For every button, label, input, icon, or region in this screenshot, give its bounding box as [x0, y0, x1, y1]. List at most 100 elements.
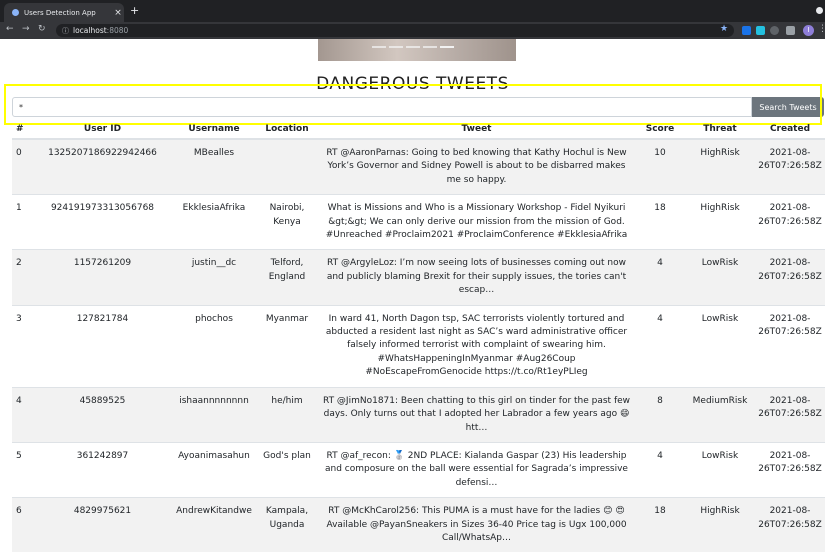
tweets-table: # User ID Username Location Tweet Score …	[12, 121, 825, 552]
threat-cell: HighRisk	[685, 194, 755, 250]
row-index: 5	[12, 441, 33, 498]
back-icon[interactable]: ←	[6, 24, 14, 34]
browser-tab-bar: Users Detection App × +	[0, 0, 825, 22]
extension-icon[interactable]	[742, 26, 751, 35]
kebab-menu-icon[interactable]: ⋮	[818, 24, 825, 34]
user-id-cell: 1325207186922942466	[33, 138, 172, 195]
username-cell: MBealles	[172, 138, 256, 195]
row-index: 2	[12, 249, 33, 306]
table-row: 2 1157261209 justin__dc Telford, England RT …	[12, 249, 825, 306]
tweet-cell: RT @AaronParnas: Going to bed knowing th…	[318, 138, 635, 195]
location-cell: Myanmar	[256, 304, 318, 388]
tweet-cell: RT @ArgyleLoz: I’m now seeing lots of bu…	[318, 249, 635, 306]
browser-toolbar: ← → ↻ ⓘ localhost:8080 ★ I ⋮	[0, 22, 825, 39]
column-header: Username	[172, 121, 256, 140]
search-input[interactable]	[12, 97, 752, 117]
tweet-cell: RT @JimNo1871: Been chatting to this gir…	[318, 386, 635, 443]
carousel-indicator[interactable]	[406, 46, 420, 48]
tweet-cell: RT @McKhCarol256: This PUMA is a must ha…	[318, 497, 635, 552]
carousel-indicator[interactable]	[423, 46, 437, 48]
column-header: Created	[755, 121, 825, 140]
carousel-image	[318, 39, 516, 61]
carousel-indicator[interactable]	[440, 46, 454, 48]
carousel-indicator[interactable]	[389, 46, 403, 48]
extension-icon[interactable]	[756, 26, 765, 35]
search-tweets-button[interactable]: Search Tweets	[752, 97, 824, 117]
score-cell: 4	[635, 249, 685, 306]
table-row: 3 127821784 phochos Myanmar In ward 41, Nort…	[12, 304, 825, 388]
row-index: 1	[12, 194, 33, 250]
extension-icon[interactable]	[770, 26, 779, 35]
location-cell: he/him	[256, 386, 318, 443]
threat-cell: LowRisk	[685, 441, 755, 498]
username-cell: Ayoanimasahun	[172, 441, 256, 498]
column-header: User ID	[33, 121, 172, 140]
reload-icon[interactable]: ↻	[38, 24, 46, 34]
carousel-indicators	[372, 46, 454, 48]
close-tab-icon[interactable]: ×	[112, 8, 124, 18]
threat-cell: LowRisk	[685, 249, 755, 306]
url-text: localhost:8080	[73, 26, 129, 35]
new-tab-button[interactable]: +	[130, 4, 139, 17]
page-title: DANGEROUS TWEETS	[316, 74, 509, 94]
threat-cell: HighRisk	[685, 497, 755, 552]
table-row: 0 1325207186922942466 MBealles RT @AaronPar…	[12, 138, 825, 195]
table-row: 1 924191973313056768 EkklesiaAfrika Nairobi…	[12, 194, 825, 250]
user-id-cell: 45889525	[33, 386, 172, 443]
user-id-cell: 361242897	[33, 441, 172, 498]
created-cell: 2021-08-26T07:26:58Z	[755, 194, 825, 250]
tweet-cell: In ward 41, North Dagon tsp, SAC terrori…	[318, 304, 635, 388]
created-cell: 2021-08-26T07:26:58Z	[755, 249, 825, 306]
location-cell: God's plan	[256, 441, 318, 498]
browser-tab[interactable]: Users Detection App ×	[4, 3, 124, 22]
created-cell: 2021-08-26T07:26:58Z	[755, 386, 825, 443]
forward-icon[interactable]: →	[22, 24, 30, 34]
location-cell: Nairobi, Kenya	[256, 194, 318, 250]
created-cell: 2021-08-26T07:26:58Z	[755, 304, 825, 388]
username-cell: AndrewKitandwe	[172, 497, 256, 552]
score-cell: 4	[635, 304, 685, 388]
window-control-icon[interactable]	[816, 7, 823, 14]
username-cell: justin__dc	[172, 249, 256, 306]
threat-cell: LowRisk	[685, 304, 755, 388]
username-cell: EkklesiaAfrika	[172, 194, 256, 250]
table-row: 6 4829975621 AndrewKitandwe Kampala, Uganda…	[12, 497, 825, 552]
score-cell: 8	[635, 386, 685, 443]
row-index: 0	[12, 138, 33, 195]
created-cell: 2021-08-26T07:26:58Z	[755, 138, 825, 195]
column-header: Threat	[685, 121, 755, 140]
row-index: 3	[12, 304, 33, 388]
score-cell: 4	[635, 441, 685, 498]
tab-title: Users Detection App	[24, 8, 96, 17]
column-header: #	[12, 121, 33, 140]
table-header-row: # User ID Username Location Tweet Score …	[12, 121, 825, 140]
row-index: 4	[12, 386, 33, 443]
created-cell: 2021-08-26T07:26:58Z	[755, 497, 825, 552]
search-bar: Search Tweets	[12, 97, 824, 117]
score-cell: 18	[635, 497, 685, 552]
bookmark-star-icon[interactable]: ★	[720, 24, 728, 34]
user-id-cell: 924191973313056768	[33, 194, 172, 250]
location-cell: Telford, England	[256, 249, 318, 306]
username-cell: ishaannnnnnnn	[172, 386, 256, 443]
site-info-icon[interactable]: ⓘ	[62, 26, 69, 36]
profile-avatar[interactable]: I	[803, 25, 814, 36]
address-bar[interactable]: ⓘ localhost:8080	[56, 24, 734, 37]
score-cell: 10	[635, 138, 685, 195]
column-header: Tweet	[318, 121, 635, 140]
user-id-cell: 127821784	[33, 304, 172, 388]
table-row: 4 45889525 ishaannnnnnnn he/him RT @JimNo187…	[12, 386, 825, 443]
puzzle-icon[interactable]	[786, 26, 795, 35]
threat-cell: MediumRisk	[685, 386, 755, 443]
created-cell: 2021-08-26T07:26:58Z	[755, 441, 825, 498]
column-header: Location	[256, 121, 318, 140]
user-id-cell: 1157261209	[33, 249, 172, 306]
carousel-indicator[interactable]	[372, 46, 386, 48]
table-row: 5 361242897 Ayoanimasahun God's plan RT @af_…	[12, 441, 825, 498]
column-header: Score	[635, 121, 685, 140]
tweet-cell: RT @af_recon: 🥈 2ND PLACE: Kialanda Gasp…	[318, 441, 635, 498]
score-cell: 18	[635, 194, 685, 250]
globe-icon	[12, 9, 19, 16]
location-cell	[256, 138, 318, 195]
user-id-cell: 4829975621	[33, 497, 172, 552]
